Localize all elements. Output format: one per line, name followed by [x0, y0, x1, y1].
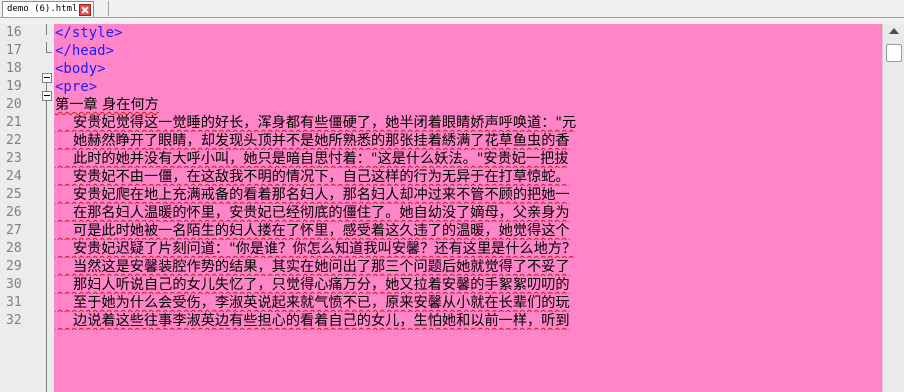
editor-line[interactable]: 31 至于她为什么会受伤，李淑英说起来就气愤不已，原来安馨从小就在长辈们的玩 — [0, 294, 882, 312]
line-number: 20 — [6, 97, 22, 112]
tab-bar: demo (6).html — [0, 0, 904, 18]
paragraph-text: 安贵妃觉得这一觉睡的好长，浑身都有些僵硬了，她半闭着眼睛娇声呼唤道："元 — [55, 115, 577, 131]
scroll-up-arrow-icon[interactable] — [889, 28, 899, 34]
paragraph-text: 在那名妇人温暖的怀里，安贵妃已经彻底的僵住了。她自幼没了嫡母，父亲身为 — [55, 205, 570, 221]
line-number: 26 — [6, 205, 22, 220]
chapter-heading: 第一章 身在何方 — [55, 97, 159, 113]
line-number: 27 — [6, 223, 22, 238]
editor-line[interactable]: 30 那妇人听说自己的女儿失忆了，只觉得心痛万分，她又拉着安馨的手絮絮叨叨的 — [0, 276, 882, 294]
paragraph-text: 那妇人听说自己的女儿失忆了，只觉得心痛万分，她又拉着安馨的手絮絮叨叨的 — [55, 277, 570, 293]
paragraph-text: 当然这是安馨装腔作势的结果，其实在她问出了那三个问题后她就觉得了不妥了 — [55, 259, 570, 275]
line-number: 32 — [6, 313, 22, 328]
line-number: 17 — [6, 43, 22, 58]
paragraph-text: 安贵妃不由一僵，在这敌我不明的情况下，自己这样的行为无异于在打草惊蛇。 — [55, 169, 570, 185]
line-number: 16 — [6, 25, 22, 40]
editor-line[interactable]: 27 可是此时她被一名陌生的妇人搂在了怀里，感受着这久违了的温暖，她觉得这个 — [0, 222, 882, 240]
scroll-thumb[interactable] — [886, 44, 902, 62]
editor-line[interactable]: 32 边说着这些往事李淑英边有些担心的看着自己的女儿，生怕她和以前一样，听到 — [0, 312, 882, 330]
line-number: 31 — [6, 295, 22, 310]
editor-line[interactable]: 25 安贵妃爬在地上充满戒备的看着那名妇人，那名妇人却冲过来不管不顾的把她一 — [0, 186, 882, 204]
close-icon[interactable] — [79, 3, 92, 16]
editor-line[interactable]: 24 安贵妃不由一僵，在这敌我不明的情况下，自己这样的行为无异于在打草惊蛇。 — [0, 168, 882, 186]
editor-line[interactable]: 22 她赫然睁开了眼睛，却发现头顶并不是她所熟悉的那张挂着綉满了花草鱼虫的香 — [0, 132, 882, 150]
editor-line[interactable]: 20 第一章 身在何方 — [0, 96, 882, 114]
editor-line[interactable]: 28 安贵妃迟疑了片刻问道："你是谁？你怎么知道我叫安馨？还有这里是什么地方？ — [0, 240, 882, 258]
paragraph-text: 此时的她并没有大呼小叫，她只是暗自思忖着："这是什么妖法。"安贵妃一把拔 — [55, 151, 569, 167]
line-number: 28 — [6, 241, 22, 256]
editor-line[interactable]: 16 </style> — [0, 24, 882, 42]
line-number: 22 — [6, 133, 22, 148]
html-tag-text: <body> — [55, 61, 106, 77]
tab-label: demo (6).html — [7, 4, 78, 14]
line-number: 23 — [6, 151, 22, 166]
editor-line[interactable]: 19 <pre> — [0, 78, 882, 96]
tab-demo-html[interactable]: demo (6).html — [2, 1, 95, 17]
paragraph-text: 边说着这些往事李淑英边有些担心的看着自己的女儿，生怕她和以前一样，听到 — [55, 313, 570, 329]
line-number: 30 — [6, 277, 22, 292]
editor-area[interactable]: 16 </style> 17 </head> 18 <body> 19 <pre> 20 第一章 … — [0, 24, 882, 392]
paragraph-text: 她赫然睁开了眼睛，却发现头顶并不是她所熟悉的那张挂着綉满了花草鱼虫的香 — [55, 133, 570, 149]
paragraph-text: 安贵妃迟疑了片刻问道："你是谁？你怎么知道我叫安馨？还有这里是什么地方？ — [55, 241, 577, 257]
line-number: 18 — [6, 61, 22, 76]
html-tag-text: </style> — [55, 25, 123, 41]
line-number: 25 — [6, 187, 22, 202]
paragraph-text: 安贵妃爬在地上充满戒备的看着那名妇人，那名妇人却冲过来不管不顾的把她一 — [55, 187, 570, 203]
editor-line[interactable]: 21 安贵妃觉得这一觉睡的好长，浑身都有些僵硬了，她半闭着眼睛娇声呼唤道："元 — [0, 114, 882, 132]
html-tag-text: </head> — [55, 43, 115, 59]
editor-line[interactable]: 18 <body> — [0, 60, 882, 78]
paragraph-text: 至于她为什么会受伤，李淑英说起来就气愤不已，原来安馨从小就在长辈们的玩 — [55, 295, 570, 311]
editor-line[interactable]: 23 此时的她并没有大呼小叫，她只是暗自思忖着："这是什么妖法。"安贵妃一把拔 — [0, 150, 882, 168]
line-number: 21 — [6, 115, 22, 130]
vertical-scrollbar[interactable] — [882, 24, 904, 392]
line-number: 29 — [6, 259, 22, 274]
html-tag-text: <pre> — [55, 79, 98, 95]
line-number: 24 — [6, 169, 22, 184]
editor-line[interactable]: 17 </head> — [0, 42, 882, 60]
paragraph-text: 可是此时她被一名陌生的妇人搂在了怀里，感受着这久违了的温暖，她觉得这个 — [55, 223, 570, 239]
editor-line[interactable]: 29 当然这是安馨装腔作势的结果，其实在她问出了那三个问题后她就觉得了不妥了 — [0, 258, 882, 276]
line-number: 19 — [6, 79, 22, 94]
editor-line[interactable]: 26 在那名妇人温暖的怀里，安贵妃已经彻底的僵住了。她自幼没了嫡母，父亲身为 — [0, 204, 882, 222]
tab-separator — [108, 1, 109, 16]
